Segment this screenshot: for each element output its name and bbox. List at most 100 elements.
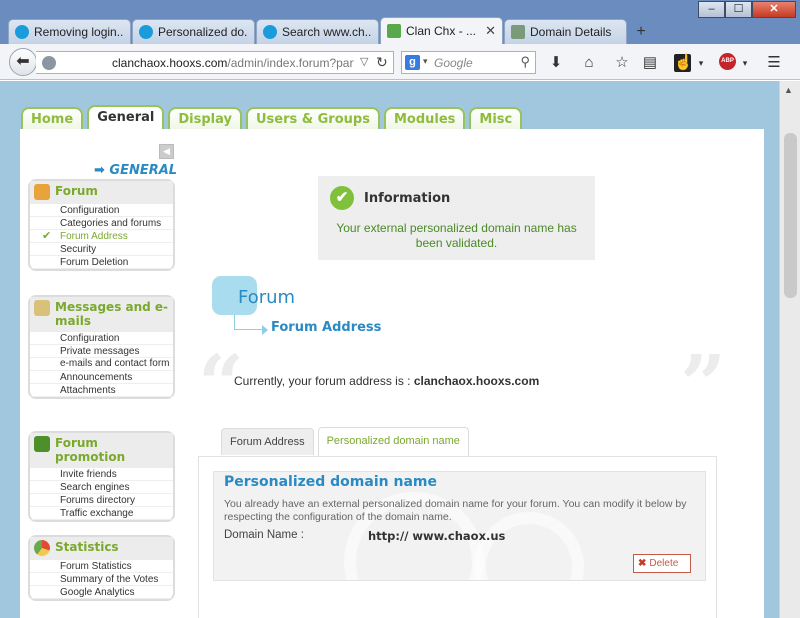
scroll-up-arrow-icon[interactable]: ▲ (784, 85, 793, 95)
sidebar-item-forum-address[interactable]: ✔ Forum Address (30, 230, 173, 243)
sidebar-item-google-analytics[interactable]: Google Analytics (30, 586, 173, 599)
page-title: Forum (238, 287, 296, 308)
bookmark-star-icon[interactable]: ☆ (613, 54, 631, 72)
google-icon[interactable]: g (405, 55, 420, 70)
information-box: ✔ Information Your external personalized… (318, 176, 595, 260)
sidebar-item-emails-contact[interactable]: e-mails and contact form (30, 358, 173, 371)
current-address-label: Currently, your forum address is : (234, 374, 411, 388)
sidebar-item-forum-statistics[interactable]: Forum Statistics (30, 560, 173, 573)
browser-tab-label: Removing login... (34, 25, 124, 39)
menu-box-statistics: Statistics Forum Statistics Summary of t… (28, 535, 175, 601)
domain-fieldset: Personalized domain name You already hav… (213, 471, 706, 581)
browser-tab-label: Domain Details (530, 25, 612, 39)
browser-tab[interactable]: Removing login... (8, 19, 131, 44)
sidebar-item-label: Forum Address (60, 231, 128, 242)
sidebar-item-forums-directory[interactable]: Forums directory (30, 494, 173, 507)
current-address: Currently, your forum address is : clanc… (234, 374, 539, 388)
tab-display[interactable]: Display (168, 107, 242, 131)
sidebar-item-summary-votes[interactable]: Summary of the Votes (30, 573, 173, 586)
adblock-icon[interactable]: ABP (719, 53, 736, 70)
scrollbar-thumb[interactable] (784, 133, 797, 298)
browser-tab[interactable]: Personalized do... (132, 19, 255, 44)
sidebar-item-announcements[interactable]: Announcements (30, 371, 173, 384)
hamburger-menu-icon[interactable]: ☰ (765, 54, 783, 72)
tab-home[interactable]: Home (21, 107, 84, 131)
information-message: Your external personalized domain name h… (336, 221, 577, 250)
dropdown-arrow-icon[interactable]: ▽ (360, 55, 368, 68)
extension-dropdown-icon[interactable]: ▾ (692, 54, 710, 72)
home-icon[interactable]: ⌂ (580, 54, 598, 72)
pie-chart-icon (34, 540, 50, 556)
minimize-button[interactable]: – (698, 1, 725, 18)
search-engine-dropdown-icon[interactable]: ▾ (423, 56, 428, 67)
sidebar-item-search-engines[interactable]: Search engines (30, 481, 173, 494)
close-tab-icon[interactable]: ✕ (485, 23, 496, 39)
sidebar-item-invite-friends[interactable]: Invite friends (30, 468, 173, 481)
green-chat-icon (387, 24, 401, 38)
reload-icon[interactable]: ↻ (376, 54, 388, 71)
window-controls: – ☐ ✕ (698, 1, 796, 18)
document-icon (34, 300, 50, 316)
information-title: Information (364, 191, 451, 206)
tab-users-groups[interactable]: Users & Groups (245, 107, 380, 131)
domain-page-icon (511, 25, 525, 39)
section-title: ➡ GENERAL (94, 163, 178, 178)
menu-box-title: Forum promotion (55, 436, 126, 464)
sidebar-item-attachments[interactable]: Attachments (30, 384, 173, 397)
menu-box-title: Messages and e-mails (55, 300, 169, 328)
menu-box-title: Statistics (55, 540, 119, 554)
menu-box-header: Forum promotion (30, 433, 173, 468)
collapse-sidebar-button[interactable]: ◀ (159, 144, 174, 159)
delete-button[interactable]: ✖ Delete (633, 554, 691, 573)
page-subtitle: Forum Address (271, 320, 382, 335)
reading-list-icon[interactable]: ▤ (641, 54, 659, 72)
browser-tab-strip: Removing login... Personalized do... Sea… (8, 17, 654, 44)
success-check-icon: ✔ (330, 186, 354, 210)
url-bar[interactable]: clanchaox.hooxs.com/admin/index.forum?pa… (36, 51, 394, 74)
wrench-icon (34, 184, 50, 200)
domain-description: You already have an external personalize… (224, 498, 687, 523)
domain-heading: Personalized domain name (224, 474, 437, 490)
search-icon[interactable]: ⚲ (520, 54, 530, 70)
menu-box-forum: Forum Configuration Categories and forum… (28, 179, 175, 271)
browser-tab[interactable]: Domain Details (504, 19, 627, 44)
checkmark-icon: ✔ (42, 230, 52, 242)
domain-panel: Personalized domain name You already hav… (198, 456, 717, 618)
browser-tab[interactable]: Search www.ch... (256, 19, 379, 44)
pointer-extension-icon[interactable]: ☝ (674, 54, 693, 72)
sidebar-item-security[interactable]: Security (30, 243, 173, 256)
vertical-scrollbar[interactable]: ▲ (779, 81, 800, 618)
maximize-button[interactable]: ☐ (725, 1, 752, 18)
url-text: clanchaox.hooxs.com/admin/index.forum?pa… (112, 56, 354, 70)
tab-modules[interactable]: Modules (383, 107, 466, 131)
menu-box-header: Statistics (30, 537, 173, 560)
tab-personalized-domain[interactable]: Personalized domain name (317, 427, 469, 456)
sidebar-item-configuration[interactable]: Configuration (30, 332, 173, 345)
tab-general[interactable]: General (87, 105, 165, 131)
sidebar-item-categories-forums[interactable]: Categories and forums (30, 217, 173, 230)
web-page: Home General Display Users & Groups Modu… (0, 81, 779, 618)
admin-content: ◀ ➡ GENERAL Forum Configuration Categori… (20, 129, 764, 618)
search-box[interactable]: g ▾ Google ⚲ (401, 51, 536, 74)
admin-tabs: Home General Display Users & Groups Modu… (21, 105, 526, 131)
menu-box-messages: Messages and e-mails Configuration Priva… (28, 295, 175, 399)
browser-tab-active[interactable]: Clan Chx - ... ✕ (380, 17, 503, 44)
download-icon[interactable]: ⬇ (547, 54, 565, 72)
sidebar-item-forum-deletion[interactable]: Forum Deletion (30, 256, 173, 269)
domain-name-label: Domain Name : (224, 529, 304, 541)
browser-title-bar: – ☐ ✕ Removing login... Personalized do.… (0, 0, 800, 44)
sidebar-item-traffic-exchange[interactable]: Traffic exchange (30, 507, 173, 520)
back-button[interactable]: ⬅ (9, 48, 37, 76)
sidebar-item-configuration[interactable]: Configuration (30, 204, 173, 217)
adblock-dropdown-icon[interactable]: ▾ (736, 54, 754, 72)
domain-name-value: http:// www.chaox.us (368, 529, 506, 543)
tab-misc[interactable]: Misc (469, 107, 523, 131)
chat-bubble-icon (15, 25, 29, 39)
close-window-button[interactable]: ✕ (752, 1, 796, 18)
url-path: /admin/index.forum?part=ge (227, 56, 354, 70)
sidebar-item-private-messages[interactable]: Private messages (30, 345, 173, 358)
url-host: clanchaox.hooxs.com (112, 56, 228, 70)
tab-forum-address[interactable]: Forum Address (221, 428, 314, 455)
chat-bubble-icon (263, 25, 277, 39)
new-tab-button[interactable]: + (628, 20, 654, 44)
